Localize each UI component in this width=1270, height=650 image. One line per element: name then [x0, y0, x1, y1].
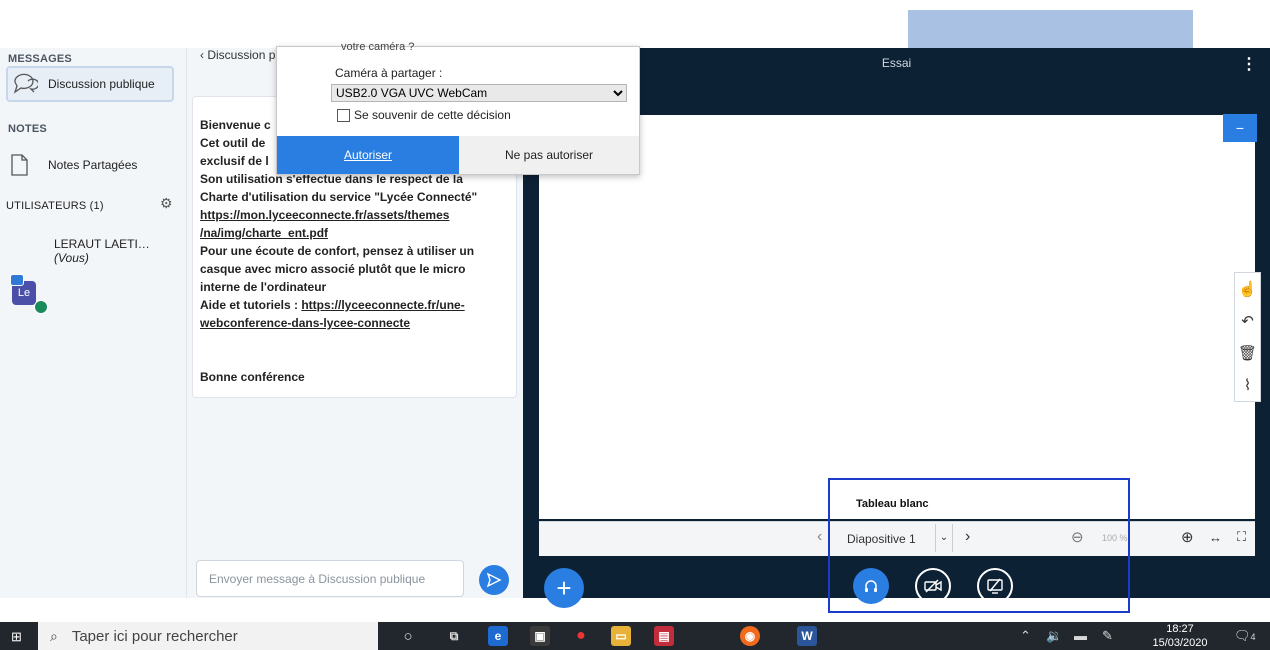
- fullscreen-icon[interactable]: ⛶: [1237, 529, 1246, 545]
- trash-icon[interactable]: 🗑: [1238, 344, 1257, 362]
- headset-status-icon: [34, 300, 48, 314]
- user-list-item[interactable]: LERAUT LAETI… (Vous): [54, 237, 186, 265]
- fit-width-icon[interactable]: ↔: [1209, 530, 1222, 545]
- presenter-badge-icon: [10, 274, 24, 286]
- camera-select[interactable]: USB2.0 VGA UVC WebCam: [331, 84, 627, 102]
- chat-input[interactable]: Envoyer message à Discussion publique: [196, 560, 464, 597]
- remember-label: Se souvenir de cette décision: [354, 108, 511, 122]
- users-section-title: UTILISATEURS (1): [6, 200, 104, 212]
- store-icon[interactable]: ▣: [530, 626, 550, 646]
- multi-user-icon[interactable]: ⌇: [1244, 376, 1251, 394]
- notes-section-title: NOTES: [8, 123, 47, 135]
- minimize-presentation-button[interactable]: −: [1223, 114, 1257, 142]
- camera-permission-dialog: votre caméra ? Caméra à partager : USB2.…: [276, 41, 640, 175]
- file-explorer-icon[interactable]: ▭: [611, 626, 631, 646]
- user-you-tag: (Vous): [54, 251, 89, 265]
- firefox-icon[interactable]: ◉: [740, 626, 760, 646]
- task-view-icon[interactable]: ⧉: [444, 626, 464, 646]
- document-icon: [11, 154, 28, 176]
- plus-icon: +: [556, 572, 572, 603]
- user-name: LERAUT LAETI…: [54, 237, 150, 251]
- send-button[interactable]: [479, 565, 509, 595]
- msg-closing: Bonne conférence: [200, 370, 305, 384]
- camera-label: Caméra à partager :: [335, 66, 443, 80]
- edge-icon[interactable]: e: [488, 626, 508, 646]
- remember-decision-row[interactable]: Se souvenir de cette décision: [337, 108, 511, 122]
- windows-taskbar: ⊞ ⌕ Taper ici pour rechercher ○ ⧉ e ▣ ● …: [0, 622, 1270, 650]
- notification-count: 4: [1250, 632, 1256, 642]
- add-action-button[interactable]: +: [544, 568, 584, 608]
- messages-section-title: MESSAGES: [8, 53, 72, 65]
- msg-line: Pour une écoute de confort, pensez à uti…: [200, 244, 475, 258]
- chevron-up-icon[interactable]: ⌃: [1020, 628, 1031, 644]
- system-clock[interactable]: 18:27 15/03/2020: [1140, 622, 1220, 650]
- shared-notes-label: Notes Partagées: [48, 158, 138, 172]
- gift-app-icon[interactable]: ▤: [654, 626, 674, 646]
- windows-start-icon[interactable]: ⊞: [11, 629, 22, 645]
- zoom-in-icon[interactable]: ⊕: [1181, 528, 1194, 546]
- public-chat-label: Discussion publique: [48, 77, 155, 91]
- deny-button[interactable]: Ne pas autoriser: [459, 136, 639, 174]
- notifications-icon[interactable]: 🗨4: [1234, 628, 1256, 644]
- sidebar-item-public-chat[interactable]: Discussion publique: [6, 66, 174, 102]
- send-icon: [486, 572, 502, 588]
- tutorial-link-cont[interactable]: webconference-dans-lycee-connecte: [200, 316, 410, 330]
- recorder-icon[interactable]: ●: [571, 626, 591, 646]
- allow-button[interactable]: Autoriser: [277, 136, 459, 174]
- taskbar-search-box[interactable]: ⌕ Taper ici pour rechercher: [38, 622, 378, 650]
- hand-tool-icon[interactable]: ☝: [1238, 280, 1257, 298]
- chat-bubble-icon: [13, 73, 38, 94]
- prev-slide-icon[interactable]: ‹: [817, 528, 822, 546]
- msg-line: interne de l'ordinateur: [200, 280, 327, 294]
- msg-line: casque avec micro associé plutôt que le …: [200, 262, 466, 276]
- volume-icon[interactable]: 🔉: [1046, 628, 1062, 644]
- dialog-question-text: votre caméra ?: [341, 41, 415, 53]
- msg-line: Aide et tutoriels :: [200, 298, 302, 312]
- chat-header[interactable]: ‹ Discussion p: [200, 48, 275, 62]
- top-decorative-notch: [1176, 24, 1193, 50]
- sidebar-item-shared-notes[interactable]: Notes Partagées: [10, 150, 180, 180]
- avatar-initials: Le: [17, 287, 31, 299]
- clock-date: 15/03/2020: [1152, 637, 1208, 649]
- charter-link[interactable]: https://mon.lyceeconnecte.fr/assets/them…: [200, 208, 449, 222]
- word-icon[interactable]: W: [797, 626, 817, 646]
- msg-line: Charte d'utilisation du service "Lycée C…: [200, 190, 478, 204]
- remember-checkbox[interactable]: [337, 108, 350, 122]
- battery-icon[interactable]: ▬: [1074, 628, 1087, 643]
- chat-input-placeholder: Envoyer message à Discussion publique: [209, 571, 426, 586]
- left-sidebar: MESSAGES Discussion publique NOTES Notes…: [0, 48, 187, 598]
- more-options-icon[interactable]: ⋮: [1241, 54, 1257, 74]
- undo-icon[interactable]: ↶: [1241, 312, 1254, 330]
- pen-icon[interactable]: ✎: [1102, 628, 1113, 644]
- clock-time: 18:27: [1166, 623, 1194, 635]
- cortana-icon[interactable]: ○: [398, 626, 418, 646]
- annotation-highlight-box: [828, 478, 1130, 613]
- whiteboard-toolbar: ☝ ↶ 🗑 ⌇: [1234, 272, 1261, 402]
- top-decorative-shape: [908, 10, 1193, 48]
- whiteboard-canvas[interactable]: [539, 115, 1255, 519]
- tutorial-link[interactable]: https://lyceeconnecte.fr/une-: [301, 298, 464, 312]
- gear-icon[interactable]: ⚙: [160, 195, 173, 212]
- search-placeholder: Taper ici pour rechercher: [71, 627, 238, 645]
- chat-title: Discussion p: [207, 48, 276, 62]
- charter-link-cont[interactable]: /na/img/charte_ent.pdf: [200, 226, 328, 240]
- search-icon: ⌕: [50, 627, 58, 644]
